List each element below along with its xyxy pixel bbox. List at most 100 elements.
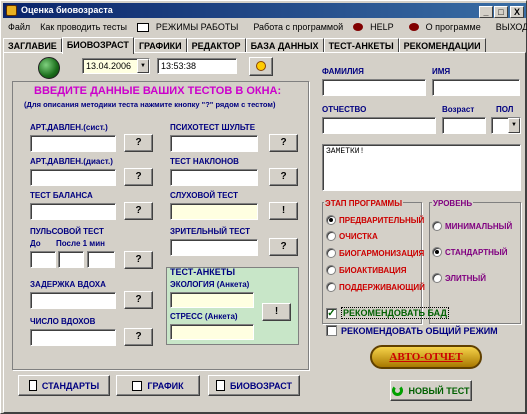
schulte-help-button[interactable]: ? — [269, 134, 298, 152]
breath-count-input[interactable] — [30, 329, 116, 346]
tab-bioage[interactable]: БИОВОЗРАСТ — [61, 37, 134, 54]
name-input[interactable] — [432, 79, 520, 96]
stage-option-maintenance[interactable]: ПОДДЕРЖИВАЮЩИЙ — [326, 282, 425, 292]
level-option-minimal[interactable]: МИНИМАЛЬНЫЙ — [432, 221, 512, 231]
hearing-label: СЛУХОВОЙ ТЕСТ — [170, 191, 238, 200]
stage-option-bioharmonization[interactable]: БИОГАРМОНИЗАЦИЯ — [326, 248, 424, 258]
level-option-standard[interactable]: СТАНДАРТНЫЙ — [432, 247, 507, 257]
globe-icon — [38, 57, 60, 79]
breath-hold-help-button[interactable]: ? — [124, 291, 153, 309]
window-title: Оценка биовозраста — [21, 5, 113, 15]
sex-select[interactable]: ▼ — [491, 117, 521, 134]
notes-text: ЗАМЕТКИ! — [326, 147, 365, 156]
chart-icon — [132, 380, 143, 391]
alarm-clock-icon — [256, 61, 266, 71]
export-icon — [215, 380, 225, 391]
radio-icon — [432, 247, 442, 257]
instructions-subheading: (Для описания методики теста нажмите кно… — [24, 100, 276, 109]
level-title: УРОВЕНЬ — [432, 199, 474, 208]
radio-icon — [326, 248, 336, 258]
menu-help[interactable]: HELP — [348, 22, 404, 32]
art-dia-input[interactable] — [30, 169, 116, 186]
sex-label: ПОЛ — [496, 105, 514, 114]
pulse-after-label: После 1 мин — [56, 239, 105, 248]
hearing-input[interactable] — [170, 203, 258, 220]
date-picker[interactable]: 13.04.2006 ▼ — [82, 58, 150, 74]
art-sys-label: АРТ.ДАВЛЕН.(сист.) — [30, 123, 108, 132]
pulse-after-input-1[interactable] — [58, 251, 84, 268]
menu-about[interactable]: О программе — [404, 22, 491, 32]
breath-hold-input[interactable] — [30, 292, 116, 309]
patronymic-input[interactable] — [322, 117, 436, 134]
balance-help-button[interactable]: ? — [124, 202, 153, 220]
stage-option-preliminary[interactable]: ПРЕДВАРИТЕЛЬНЫЙ — [326, 215, 424, 225]
recommend-general-checkbox[interactable]: РЕКОМЕНДОВАТЬ ОБЩИЙ РЕЖИМ — [326, 325, 498, 336]
tab-questionnaires[interactable]: ТЕСТ-АНКЕТЫ — [323, 38, 399, 53]
recommend-bad-checkbox[interactable]: ✓ РЕКОМЕНДОВАТЬ БАД — [326, 307, 449, 319]
level-option-elite[interactable]: ЭЛИТНЫЙ — [432, 273, 486, 283]
stage-option-bioactivation[interactable]: БИОАКТИВАЦИЯ — [326, 265, 407, 275]
notes-textarea[interactable]: ЗАМЕТКИ! — [322, 144, 521, 191]
pulse-help-button[interactable]: ? — [124, 251, 153, 269]
bioage-panel: 13.04.2006 ▼ 13:53:38 ВВЕДИТЕ ДАННЫЕ ВАШ… — [3, 52, 526, 413]
refresh-icon — [392, 385, 404, 396]
app-icon — [6, 5, 17, 16]
alarm-clock-button[interactable] — [249, 57, 273, 76]
stress-input[interactable] — [170, 324, 254, 340]
radio-icon — [326, 265, 336, 275]
menu-modes[interactable]: РЕЖИМЫ РАБОТЫ — [132, 22, 248, 32]
stage-option-cleansing[interactable]: ОЧИСТКА — [326, 231, 378, 241]
pulse-before-input[interactable] — [30, 251, 56, 268]
maximize-button[interactable]: □ — [494, 6, 508, 18]
bioage-button[interactable]: БИОВОЗРАСТ — [208, 375, 300, 396]
modes-icon — [136, 22, 149, 32]
instructions-heading: ВВЕДИТЕ ДАННЫЕ ВАШИХ ТЕСТОВ В ОКНА: — [34, 85, 282, 97]
menu-file[interactable]: Файл — [3, 22, 35, 32]
schulte-input[interactable] — [170, 135, 258, 152]
stress-label: СТРЕСС (Анкета) — [170, 312, 238, 321]
age-input[interactable] — [442, 117, 486, 134]
vision-label: ЗРИТЕЛЬНЫЙ ТЕСТ — [170, 227, 250, 236]
balance-input[interactable] — [30, 203, 116, 220]
patronymic-label: ОТЧЕСТВО — [322, 105, 367, 114]
graph-button[interactable]: ГРАФИК — [116, 375, 200, 396]
art-sys-input[interactable] — [30, 135, 116, 152]
ecology-label: ЭКОЛОГИЯ (Анкета) — [170, 280, 250, 289]
vision-input[interactable] — [170, 239, 258, 256]
new-test-button[interactable]: НОВЫЙ ТЕСТ — [390, 380, 472, 401]
title-bar: Оценка биовозраста _ □ X — [3, 3, 526, 18]
art-sys-help-button[interactable]: ? — [124, 134, 153, 152]
app-window: Оценка биовозраста _ □ X Файл Как провод… — [0, 0, 527, 414]
ecology-input[interactable] — [170, 292, 254, 308]
bends-help-button[interactable]: ? — [269, 168, 298, 186]
chevron-down-icon[interactable]: ▼ — [508, 118, 520, 133]
menu-exit[interactable]: ВЫХОД — [491, 22, 527, 32]
breath-hold-label: ЗАДЕРЖКА ВДОХА — [30, 280, 106, 289]
help-icon — [353, 23, 364, 31]
tab-title[interactable]: ЗАГЛАВИЕ — [3, 38, 62, 53]
hearing-open-button[interactable]: ! — [269, 202, 298, 220]
autoreport-button[interactable]: АВТО-ОТЧЕТ — [370, 345, 482, 369]
standards-button[interactable]: СТАНДАРТЫ — [18, 375, 110, 396]
art-dia-help-button[interactable]: ? — [124, 168, 153, 186]
breath-count-help-button[interactable]: ? — [124, 328, 153, 346]
pulse-after-input-2[interactable] — [87, 251, 115, 268]
menu-work-with-program[interactable]: Работа с программой — [248, 22, 348, 32]
tab-editor[interactable]: РЕДАКТОР — [186, 38, 246, 53]
tab-recommendations[interactable]: РЕКОМЕНДАЦИИ — [398, 38, 486, 53]
surname-input[interactable] — [322, 79, 426, 96]
close-button[interactable]: X — [510, 6, 524, 18]
vision-help-button[interactable]: ? — [269, 238, 298, 256]
tab-graphs[interactable]: ГРАФИКИ — [133, 38, 187, 53]
tab-database[interactable]: БАЗА ДАННЫХ — [245, 38, 324, 53]
bends-input[interactable] — [170, 169, 258, 186]
radio-icon — [432, 273, 442, 283]
time-field[interactable]: 13:53:38 — [157, 58, 237, 74]
menu-how-to-test[interactable]: Как проводить тесты — [35, 22, 132, 32]
schulte-label: ПСИХОТЕСТ ШУЛЬТЕ — [170, 123, 256, 132]
time-value: 13:53:38 — [161, 61, 197, 71]
questionnaires-title: ТЕСТ-АНКЕТЫ — [170, 267, 236, 277]
minimize-button[interactable]: _ — [479, 6, 493, 18]
questionnaires-open-button[interactable]: ! — [262, 303, 291, 321]
chevron-down-icon[interactable]: ▼ — [137, 59, 149, 73]
